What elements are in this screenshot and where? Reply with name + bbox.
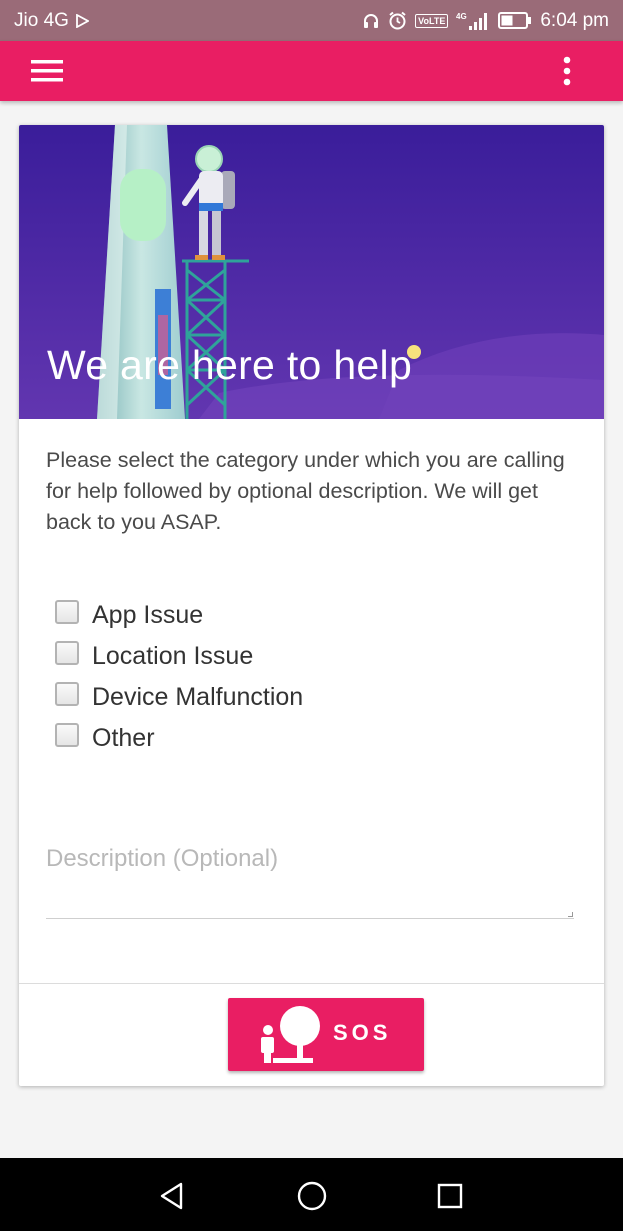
recents-icon[interactable] bbox=[430, 1176, 470, 1216]
category-device-malfunction[interactable]: Device Malfunction bbox=[55, 677, 303, 718]
resize-grip-icon[interactable] bbox=[568, 912, 573, 917]
overflow-menu-icon[interactable] bbox=[556, 55, 578, 87]
category-list: App Issue Location Issue Device Malfunct… bbox=[55, 595, 303, 759]
play-store-icon bbox=[75, 13, 89, 28]
hero-title: We are here to help bbox=[47, 342, 413, 388]
volte-icon: VoLTE bbox=[415, 13, 449, 28]
category-label: Location Issue bbox=[92, 642, 254, 670]
category-label: App Issue bbox=[92, 601, 204, 629]
category-location-issue[interactable]: Location Issue bbox=[55, 636, 303, 677]
carrier-label: Jio 4G bbox=[14, 9, 69, 31]
svg-text:4G: 4G bbox=[456, 12, 467, 21]
category-app-issue[interactable]: App Issue bbox=[55, 595, 303, 636]
divider bbox=[19, 983, 604, 984]
hamburger-menu-icon[interactable] bbox=[31, 58, 65, 84]
alarm-icon bbox=[388, 11, 407, 30]
app-bar bbox=[0, 41, 623, 101]
checkbox[interactable] bbox=[55, 599, 79, 624]
status-left: Jio 4G bbox=[14, 10, 89, 32]
status-bar: Jio 4G VoLTE 4G 6:04 pm bbox=[0, 0, 623, 41]
sos-person-icon bbox=[258, 1004, 324, 1071]
signal-icon: 4G bbox=[456, 11, 490, 31]
category-other[interactable]: Other bbox=[55, 718, 303, 759]
checkbox[interactable] bbox=[55, 681, 79, 706]
system-nav-bar bbox=[0, 1158, 623, 1231]
category-label: Other bbox=[92, 724, 155, 752]
back-icon[interactable] bbox=[152, 1176, 192, 1216]
status-right: VoLTE 4G 6:04 pm bbox=[362, 10, 609, 32]
checkbox[interactable] bbox=[55, 722, 79, 747]
description-field[interactable] bbox=[46, 837, 574, 919]
clock-label: 6:04 pm bbox=[540, 9, 609, 31]
intro-text: Please select the category under which y… bbox=[46, 448, 565, 534]
hero-banner: We are here to help bbox=[19, 125, 604, 419]
headphones-icon bbox=[362, 12, 380, 30]
category-label: Device Malfunction bbox=[92, 683, 304, 711]
checkbox[interactable] bbox=[55, 640, 79, 665]
help-card: We are here to help Please select the ca… bbox=[19, 125, 604, 1086]
sos-button[interactable]: SOS bbox=[228, 998, 424, 1071]
battery-icon bbox=[498, 12, 532, 29]
sos-label: SOS bbox=[333, 1020, 392, 1045]
home-icon[interactable] bbox=[292, 1176, 332, 1216]
